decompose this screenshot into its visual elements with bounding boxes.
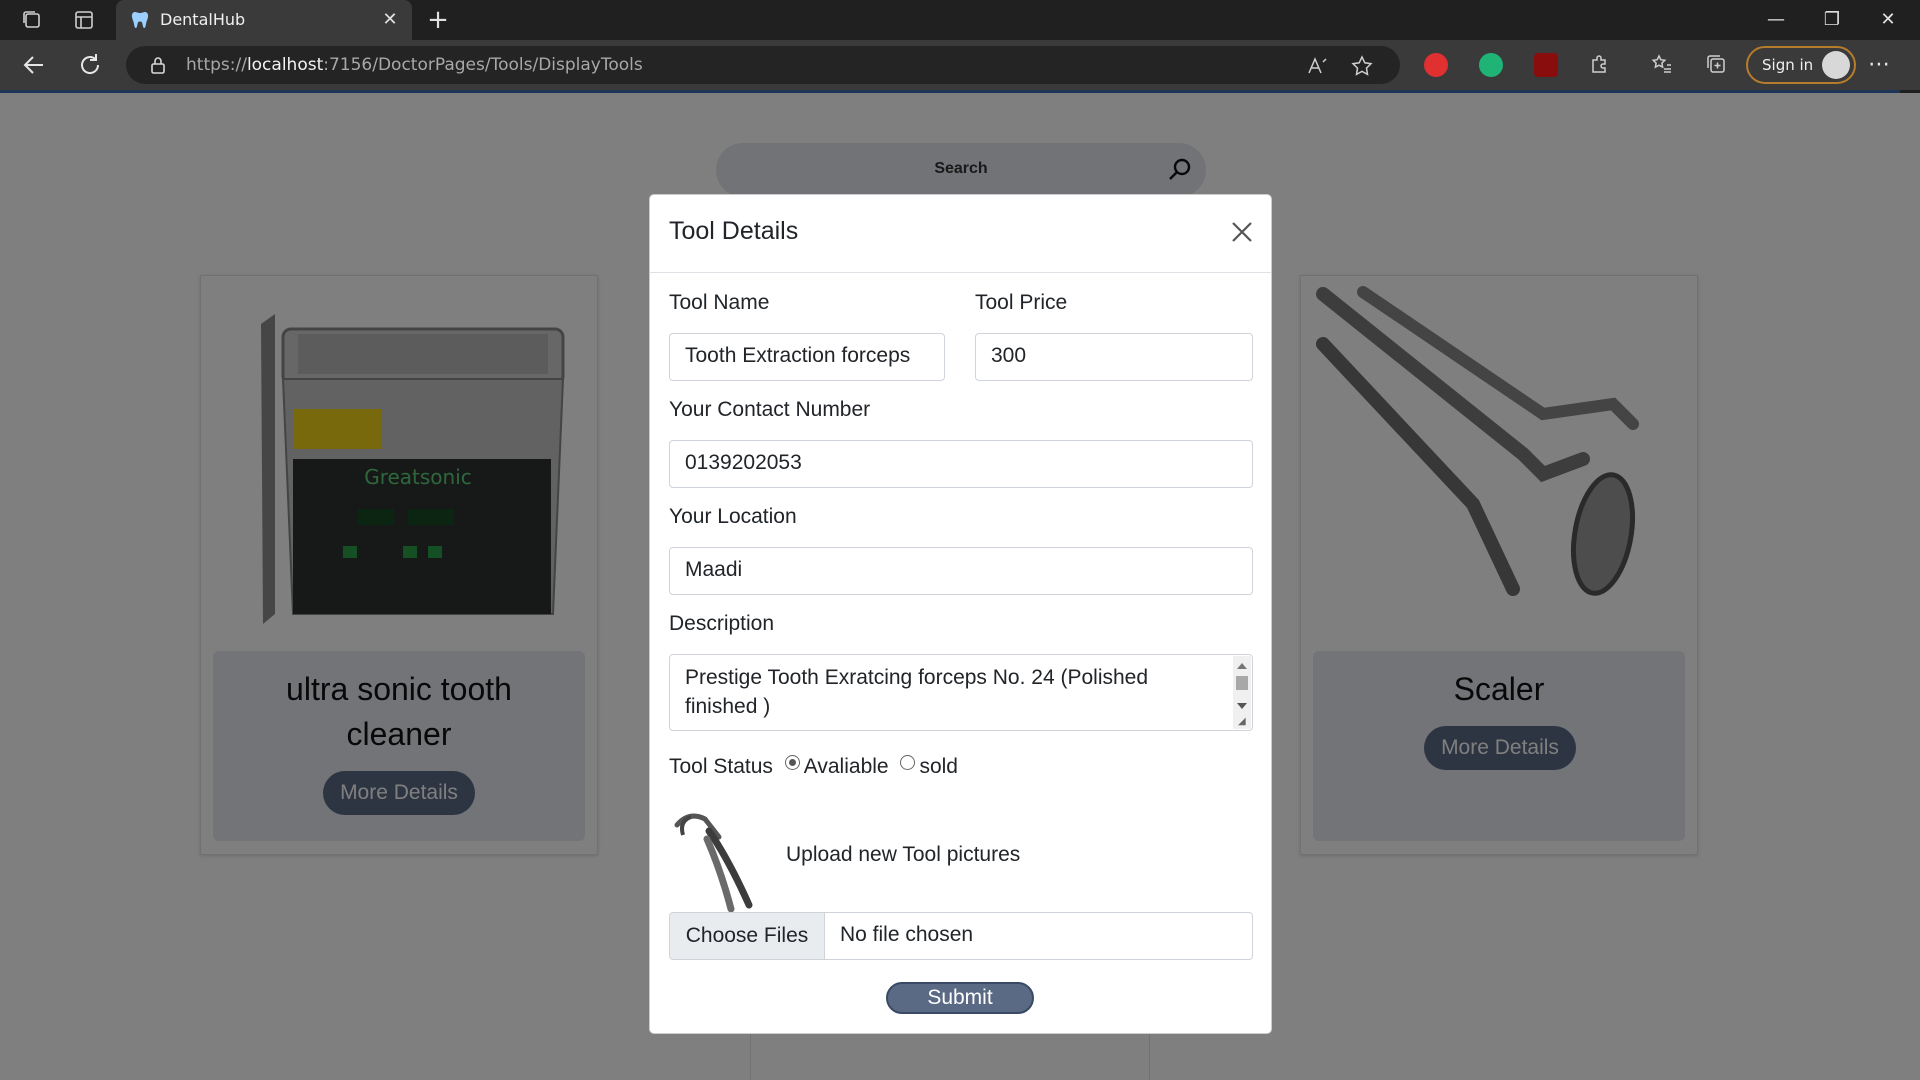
minimize-icon[interactable]: —	[1748, 0, 1804, 40]
resize-grip-icon[interactable]: ◢	[1238, 716, 1250, 728]
more-menu-icon[interactable]: ⋯	[1868, 52, 1890, 77]
avatar	[1822, 51, 1850, 79]
file-input[interactable]: Choose Files No file chosen	[669, 912, 1253, 960]
window-close-icon[interactable]: ✕	[1860, 0, 1916, 40]
modal-header: Tool Details	[650, 195, 1271, 273]
status-available-radio[interactable]	[784, 755, 800, 770]
favorites-list-icon[interactable]	[1650, 52, 1674, 76]
tab-close-icon[interactable]: ✕	[378, 8, 402, 32]
back-icon[interactable]	[20, 51, 48, 79]
tool-status-label: Tool Status	[669, 755, 773, 778]
scroll-thumb[interactable]	[1236, 676, 1248, 690]
status-available-label[interactable]: Avaliable	[804, 755, 889, 778]
location-label: Your Location	[669, 505, 797, 528]
tool-status-row: Tool Status Avaliable sold	[669, 755, 958, 783]
tool-name-label: Tool Name	[669, 291, 770, 314]
description-label: Description	[669, 612, 775, 635]
browser-tab[interactable]: DentalHub ✕	[116, 0, 412, 40]
address-bar[interactable]: https://localhost:7156/DoctorPages/Tools…	[126, 46, 1400, 84]
file-status: No file chosen	[840, 923, 974, 946]
browser-toolbar: https://localhost:7156/DoctorPages/Tools…	[0, 40, 1920, 90]
upload-label: Upload new Tool pictures	[786, 843, 1021, 866]
tool-thumbnail	[669, 805, 779, 915]
sign-in-label: Sign in	[1762, 56, 1814, 74]
scroll-up-icon[interactable]	[1237, 663, 1247, 669]
restore-icon[interactable]: ❐	[1804, 0, 1860, 40]
tool-price-label: Tool Price	[975, 291, 1068, 314]
contact-field[interactable]: 0139202053	[669, 440, 1253, 488]
lock-icon[interactable]	[148, 55, 168, 75]
choose-files-button[interactable]: Choose Files	[670, 913, 825, 959]
description-text: Prestige Tooth Exratcing forceps No. 24 …	[685, 666, 1149, 718]
status-sold-label[interactable]: sold	[919, 755, 958, 778]
tool-details-modal: Tool Details Tool Name Tooth Extraction …	[649, 194, 1272, 1034]
tool-name-field[interactable]: Tooth Extraction forceps	[669, 333, 945, 381]
extensions-puzzle-icon[interactable]	[1588, 52, 1612, 76]
read-aloud-icon[interactable]	[1306, 54, 1330, 78]
refresh-icon[interactable]	[76, 51, 104, 79]
sign-in-button[interactable]: Sign in	[1746, 46, 1856, 84]
tooth-icon	[130, 10, 150, 30]
ublock-icon[interactable]	[1534, 53, 1558, 77]
submit-button[interactable]: Submit	[886, 982, 1034, 1014]
contact-label: Your Contact Number	[669, 398, 871, 421]
browser-tab-bar: DentalHub ✕ + — ❐ ✕	[0, 0, 1920, 40]
location-field[interactable]: Maadi	[669, 547, 1253, 595]
description-textarea[interactable]: Prestige Tooth Exratcing forceps No. 24 …	[669, 654, 1253, 731]
modal-title: Tool Details	[669, 217, 799, 245]
favorite-star-icon[interactable]	[1350, 54, 1374, 78]
scroll-down-icon[interactable]	[1237, 703, 1247, 709]
grammarly-icon[interactable]	[1479, 53, 1503, 77]
tab-actions-icon[interactable]	[72, 8, 96, 32]
tab-title: DentalHub	[160, 10, 246, 29]
extension-red-icon[interactable]	[1424, 53, 1448, 77]
status-sold-radio[interactable]	[900, 755, 916, 770]
url-text: https://localhost:7156/DoctorPages/Tools…	[186, 55, 643, 75]
workspaces-icon[interactable]	[20, 8, 44, 32]
tool-price-field[interactable]: 300	[975, 333, 1253, 381]
collections-icon[interactable]	[1704, 52, 1728, 76]
new-tab-icon[interactable]: +	[424, 6, 452, 34]
close-icon[interactable]	[1229, 219, 1255, 245]
